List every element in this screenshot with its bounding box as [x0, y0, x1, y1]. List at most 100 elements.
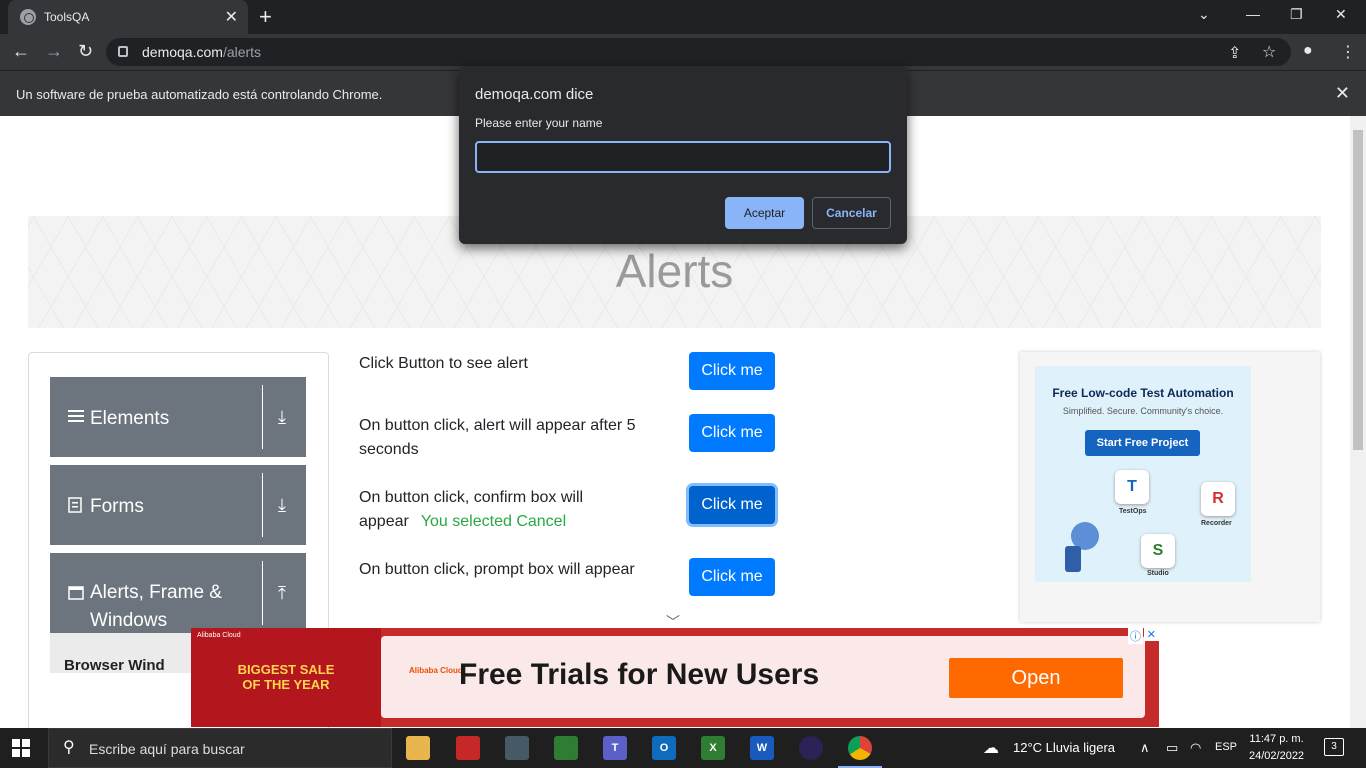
outlook-icon[interactable]: O — [652, 736, 676, 760]
bookmark-star-icon[interactable]: ☆ — [1262, 42, 1276, 62]
chrome-icon[interactable] — [838, 736, 882, 768]
dialog-message: Please enter your name — [475, 116, 603, 130]
browser-toolbar: ← → ↻ demoqa.com/alerts ⇪ ☆ ● ⋮ — [0, 34, 1366, 70]
divider — [262, 473, 263, 537]
infobar-close-icon[interactable]: ✕ — [1335, 83, 1350, 104]
search-placeholder: Escribe aquí para buscar — [89, 741, 245, 757]
ad-label: TestOps — [1119, 508, 1147, 515]
weather-cloud-icon[interactable]: ☁ — [983, 738, 999, 758]
excel-tool-icon[interactable]: X — [701, 736, 725, 760]
robot-arm-icon — [1065, 522, 1099, 572]
page-title: Alerts — [615, 245, 734, 297]
prompt-dialog: demoqa.com dice Please enter your name A… — [459, 66, 907, 244]
ad-sale-panel: Alibaba Cloud BIGGEST SALE OF THE YEAR — [191, 628, 381, 727]
sidebar-group-elements[interactable]: Elements ⤓ — [50, 377, 306, 457]
studio-logo-icon: S — [1141, 534, 1175, 568]
network-icon[interactable]: ▭ — [1166, 740, 1178, 756]
sidebar-group-alerts[interactable]: Alerts, Frame & Windows ⤒ — [50, 553, 306, 633]
window-icon — [68, 586, 84, 605]
search-icon: ⚲ — [63, 739, 75, 756]
language-indicator[interactable]: ESP — [1215, 741, 1237, 753]
restore-icon[interactable]: ❐ — [1290, 6, 1303, 23]
network-app-icon[interactable] — [505, 736, 529, 760]
ad-open-button[interactable]: Open — [949, 658, 1123, 698]
accept-button[interactable]: Aceptar — [725, 197, 804, 229]
ad-creative: Free Low-code Test Automation Simplified… — [1035, 366, 1251, 582]
confirm-result: You selected Cancel — [420, 513, 567, 530]
forward-icon[interactable]: → — [45, 41, 63, 62]
wifi-icon[interactable]: ◠ — [1190, 740, 1201, 756]
notification-center-icon[interactable]: 3 — [1324, 738, 1344, 756]
page-scrollbar[interactable] — [1350, 116, 1366, 728]
file-explorer-icon[interactable] — [406, 736, 430, 760]
tab-search-icon[interactable]: ⌄ — [1198, 6, 1210, 23]
alert-button[interactable]: Click me — [689, 352, 775, 390]
ad-brand: Alibaba Cloud — [197, 632, 241, 639]
testops-logo-icon: T — [1115, 470, 1149, 504]
browser-tab-bar: ToolsQA ✕ + ⌄ — ❐ ✕ — [0, 0, 1366, 34]
taskbar-clock[interactable]: 11:47 p. m. 24/02/2022 — [1249, 731, 1304, 765]
menu-icon — [68, 409, 84, 428]
teams-icon[interactable]: T — [603, 736, 627, 760]
divider — [262, 561, 263, 625]
cancel-button[interactable]: Cancelar — [812, 197, 891, 229]
windows-taskbar: ⚲ Escribe aquí para buscar T O X W ☁ 12°… — [0, 728, 1366, 768]
document-icon — [68, 497, 84, 518]
confirm-button[interactable]: Click me — [689, 486, 775, 524]
dialog-title: demoqa.com dice — [475, 86, 594, 103]
ad-subtitle: Simplified. Secure. Community's choice. — [1062, 406, 1224, 416]
row-text-alert: Click Button to see alert — [359, 355, 528, 372]
upload-arrow-icon: ⤒ — [278, 583, 286, 603]
minimize-icon[interactable]: — — [1246, 6, 1260, 22]
ad-label: Studio — [1147, 570, 1169, 577]
window-close-icon[interactable]: ✕ — [1335, 6, 1347, 23]
alibaba-cloud-logo-icon: Alibaba Cloud — [409, 666, 463, 675]
sidebar-group-label: Alerts, Frame & Windows — [90, 582, 222, 631]
ad-close-icon[interactable]: ✕ — [1143, 628, 1159, 641]
taskbar-search[interactable]: ⚲ Escribe aquí para buscar — [48, 728, 392, 768]
sidebar-group-label: Elements — [90, 408, 170, 429]
snipping-tool-icon[interactable] — [456, 736, 480, 760]
ad-info-icon[interactable]: ⓘ — [1128, 628, 1143, 644]
ad-sale-text: BIGGEST SALE OF THE YEAR — [237, 662, 335, 692]
prompt-button[interactable]: Click me — [689, 558, 775, 596]
lock-icon[interactable] — [118, 46, 128, 57]
download-arrow-icon: ⤓ — [278, 495, 286, 515]
back-icon[interactable]: ← — [12, 41, 30, 62]
ad-headline: Free Trials for New Users — [459, 658, 820, 691]
browser-tab[interactable]: ToolsQA ✕ — [8, 0, 248, 34]
word-icon[interactable]: W — [750, 736, 774, 760]
download-arrow-icon: ⤓ — [278, 407, 286, 427]
new-tab-button[interactable]: + — [259, 4, 272, 30]
scrollbar-thumb[interactable] — [1353, 130, 1363, 450]
address-bar[interactable]: demoqa.com/alerts ⇪ ☆ — [106, 38, 1291, 66]
row-text-prompt: On button click, prompt box will appear — [359, 561, 635, 578]
media-player-icon[interactable] — [554, 736, 578, 760]
ad-label: Recorder — [1201, 520, 1232, 527]
ad-cta-button[interactable]: Start Free Project — [1085, 430, 1200, 456]
infobar-message: Un software de prueba automatizado está … — [16, 87, 383, 102]
globe-icon — [20, 9, 36, 25]
bottom-ad[interactable]: Alibaba Cloud BIGGEST SALE OF THE YEAR A… — [191, 628, 1159, 727]
url-text: demoqa.com/alerts — [142, 44, 262, 60]
ad-title: Free Low-code Test Automation — [1052, 386, 1234, 400]
menu-dots-icon[interactable]: ⋮ — [1340, 42, 1356, 62]
profile-icon[interactable]: ● — [1303, 42, 1313, 60]
sidebar-group-forms[interactable]: Forms ⤓ — [50, 465, 306, 545]
ad-promo-panel: Alibaba Cloud Free Trials for New Users … — [381, 636, 1145, 718]
divider — [262, 385, 263, 449]
reload-icon[interactable]: ↻ — [78, 41, 93, 62]
windows-start-icon[interactable] — [12, 739, 30, 757]
tab-title: ToolsQA — [44, 10, 90, 24]
chevron-up-icon[interactable]: ∧ — [1140, 740, 1150, 756]
row-text-timer-alert: On button click, alert will appear after… — [359, 417, 636, 458]
sidebar-item-label: Browser Wind — [64, 657, 165, 674]
share-icon[interactable]: ⇪ — [1228, 43, 1241, 63]
row-text-confirm: On button click, confirm box will appear… — [359, 489, 584, 530]
weather-text[interactable]: 12°C Lluvia ligera — [1013, 740, 1115, 755]
eclipse-icon[interactable] — [799, 736, 823, 760]
timer-alert-button[interactable]: Click me — [689, 414, 775, 452]
right-ad[interactable]: Free Low-code Test Automation Simplified… — [1020, 352, 1320, 622]
close-tab-icon[interactable]: ✕ — [225, 7, 238, 27]
prompt-input[interactable] — [475, 141, 891, 173]
